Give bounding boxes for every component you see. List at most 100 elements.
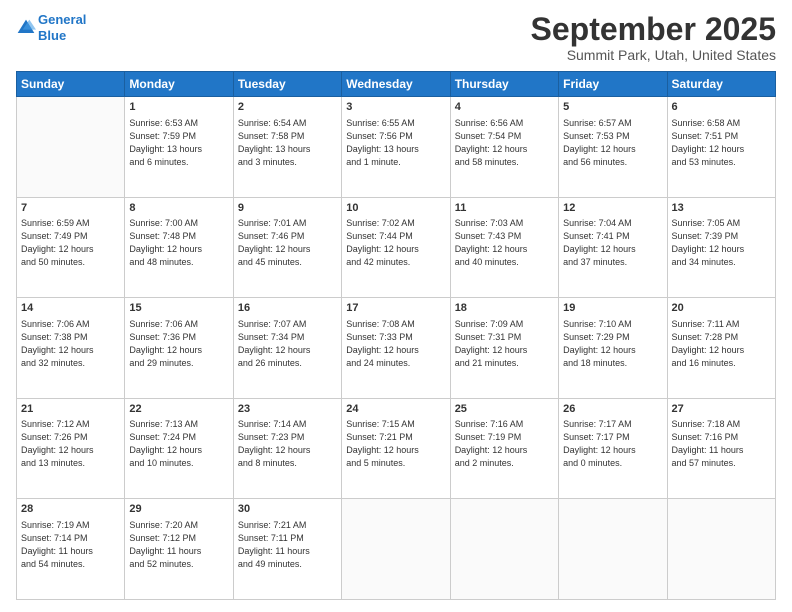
day-info: Sunrise: 7:10 AM Sunset: 7:29 PM Dayligh… <box>563 318 662 370</box>
day-info: Sunrise: 7:21 AM Sunset: 7:11 PM Dayligh… <box>238 519 337 571</box>
day-number: 5 <box>563 100 662 115</box>
title-block: September 2025 Summit Park, Utah, United… <box>531 12 776 63</box>
day-info: Sunrise: 7:14 AM Sunset: 7:23 PM Dayligh… <box>238 418 337 470</box>
calendar-cell: 21Sunrise: 7:12 AM Sunset: 7:26 PM Dayli… <box>17 398 125 499</box>
page: General Blue September 2025 Summit Park,… <box>0 0 792 612</box>
calendar-cell: 1Sunrise: 6:53 AM Sunset: 7:59 PM Daylig… <box>125 97 233 198</box>
calendar-cell: 28 Sunrise: 7:19 AM Sunset: 7:14 PM Dayli… <box>17 499 125 600</box>
day-number: 10 <box>346 201 445 216</box>
calendar-cell: 25Sunrise: 7:16 AM Sunset: 7:19 PM Dayli… <box>450 398 558 499</box>
day-number: 24 <box>346 402 445 417</box>
calendar-cell: 2Sunrise: 6:54 AM Sunset: 7:58 PM Daylig… <box>233 97 341 198</box>
day-info: Sunrise: 6:57 AM Sunset: 7:53 PM Dayligh… <box>563 117 662 169</box>
calendar-cell: 11Sunrise: 7:03 AM Sunset: 7:43 PM Dayli… <box>450 197 558 298</box>
calendar-cell: 8Sunrise: 7:00 AM Sunset: 7:48 PM Daylig… <box>125 197 233 298</box>
week-row-0: 1Sunrise: 6:53 AM Sunset: 7:59 PM Daylig… <box>17 97 776 198</box>
day-number: 14 <box>21 301 120 316</box>
day-number: 28 <box>21 502 120 517</box>
logo-line2: Blue <box>38 28 66 43</box>
calendar-cell: 7Sunrise: 6:59 AM Sunset: 7:49 PM Daylig… <box>17 197 125 298</box>
calendar-cell <box>667 499 775 600</box>
day-info: Sunrise: 7:05 AM Sunset: 7:39 PM Dayligh… <box>672 217 771 269</box>
day-info: Sunrise: 7:15 AM Sunset: 7:21 PM Dayligh… <box>346 418 445 470</box>
calendar-cell: 30 Sunrise: 7:21 AM Sunset: 7:11 PM Dayli… <box>233 499 341 600</box>
day-info: Sunrise: 7:09 AM Sunset: 7:31 PM Dayligh… <box>455 318 554 370</box>
calendar-table: SundayMondayTuesdayWednesdayThursdayFrid… <box>16 71 776 600</box>
day-info: Sunrise: 7:20 AM Sunset: 7:12 PM Dayligh… <box>129 519 228 571</box>
day-number: 30 <box>238 502 337 517</box>
calendar-cell: 23Sunrise: 7:14 AM Sunset: 7:23 PM Dayli… <box>233 398 341 499</box>
day-number: 19 <box>563 301 662 316</box>
week-row-4: 28 Sunrise: 7:19 AM Sunset: 7:14 PM Dayli… <box>17 499 776 600</box>
calendar-cell: 4 Sunrise: 6:56 AM Sunset: 7:54 PM Daylig… <box>450 97 558 198</box>
col-header-tuesday: Tuesday <box>233 72 341 97</box>
calendar-cell <box>450 499 558 600</box>
col-header-saturday: Saturday <box>667 72 775 97</box>
col-header-sunday: Sunday <box>17 72 125 97</box>
col-header-wednesday: Wednesday <box>342 72 450 97</box>
day-number: 27 <box>672 402 771 417</box>
calendar-cell: 10Sunrise: 7:02 AM Sunset: 7:44 PM Dayli… <box>342 197 450 298</box>
col-header-monday: Monday <box>125 72 233 97</box>
day-number: 9 <box>238 201 337 216</box>
day-number: 18 <box>455 301 554 316</box>
calendar-cell: 14 Sunrise: 7:06 AM Sunset: 7:38 PM Dayli… <box>17 298 125 399</box>
day-info: Sunrise: 6:53 AM Sunset: 7:59 PM Dayligh… <box>129 117 228 169</box>
day-info: Sunrise: 7:04 AM Sunset: 7:41 PM Dayligh… <box>563 217 662 269</box>
day-info: Sunrise: 7:17 AM Sunset: 7:17 PM Dayligh… <box>563 418 662 470</box>
calendar-cell: 6Sunrise: 6:58 AM Sunset: 7:51 PM Daylig… <box>667 97 775 198</box>
col-header-friday: Friday <box>559 72 667 97</box>
day-info: Sunrise: 6:54 AM Sunset: 7:58 PM Dayligh… <box>238 117 337 169</box>
day-info: Sunrise: 7:03 AM Sunset: 7:43 PM Dayligh… <box>455 217 554 269</box>
day-number: 3 <box>346 100 445 115</box>
subtitle: Summit Park, Utah, United States <box>531 47 776 63</box>
logo-line1: General <box>38 12 86 27</box>
day-number: 7 <box>21 201 120 216</box>
calendar-cell: 20Sunrise: 7:11 AM Sunset: 7:28 PM Dayli… <box>667 298 775 399</box>
calendar-cell: 22Sunrise: 7:13 AM Sunset: 7:24 PM Dayli… <box>125 398 233 499</box>
day-info: Sunrise: 7:13 AM Sunset: 7:24 PM Dayligh… <box>129 418 228 470</box>
calendar-cell <box>559 499 667 600</box>
week-row-3: 21Sunrise: 7:12 AM Sunset: 7:26 PM Dayli… <box>17 398 776 499</box>
calendar-cell: 17Sunrise: 7:08 AM Sunset: 7:33 PM Dayli… <box>342 298 450 399</box>
day-info: Sunrise: 7:07 AM Sunset: 7:34 PM Dayligh… <box>238 318 337 370</box>
day-info: Sunrise: 6:56 AM Sunset: 7:54 PM Dayligh… <box>455 117 554 169</box>
day-number: 22 <box>129 402 228 417</box>
day-info: Sunrise: 7:06 AM Sunset: 7:38 PM Dayligh… <box>21 318 120 370</box>
logo: General Blue <box>16 12 86 43</box>
day-number: 13 <box>672 201 771 216</box>
day-info: Sunrise: 6:55 AM Sunset: 7:56 PM Dayligh… <box>346 117 445 169</box>
day-number: 15 <box>129 301 228 316</box>
day-info: Sunrise: 6:59 AM Sunset: 7:49 PM Dayligh… <box>21 217 120 269</box>
day-number: 11 <box>455 201 554 216</box>
day-info: Sunrise: 7:11 AM Sunset: 7:28 PM Dayligh… <box>672 318 771 370</box>
day-number: 21 <box>21 402 120 417</box>
col-header-thursday: Thursday <box>450 72 558 97</box>
day-info: Sunrise: 7:08 AM Sunset: 7:33 PM Dayligh… <box>346 318 445 370</box>
calendar-header-row: SundayMondayTuesdayWednesdayThursdayFrid… <box>17 72 776 97</box>
day-info: Sunrise: 7:00 AM Sunset: 7:48 PM Dayligh… <box>129 217 228 269</box>
day-info: Sunrise: 7:06 AM Sunset: 7:36 PM Dayligh… <box>129 318 228 370</box>
calendar-cell: 18 Sunrise: 7:09 AM Sunset: 7:31 PM Dayli… <box>450 298 558 399</box>
day-number: 8 <box>129 201 228 216</box>
day-number: 6 <box>672 100 771 115</box>
week-row-1: 7Sunrise: 6:59 AM Sunset: 7:49 PM Daylig… <box>17 197 776 298</box>
day-info: Sunrise: 7:16 AM Sunset: 7:19 PM Dayligh… <box>455 418 554 470</box>
calendar-cell: 26Sunrise: 7:17 AM Sunset: 7:17 PM Dayli… <box>559 398 667 499</box>
day-info: Sunrise: 7:02 AM Sunset: 7:44 PM Dayligh… <box>346 217 445 269</box>
logo-text: General Blue <box>38 12 86 43</box>
calendar-cell: 29 Sunrise: 7:20 AM Sunset: 7:12 PM Dayli… <box>125 499 233 600</box>
main-title: September 2025 <box>531 12 776 47</box>
calendar-cell: 16Sunrise: 7:07 AM Sunset: 7:34 PM Dayli… <box>233 298 341 399</box>
day-number: 29 <box>129 502 228 517</box>
calendar-cell: 27Sunrise: 7:18 AM Sunset: 7:16 PM Dayli… <box>667 398 775 499</box>
calendar-cell: 5 Sunrise: 6:57 AM Sunset: 7:53 PM Daylig… <box>559 97 667 198</box>
logo-icon <box>16 18 36 38</box>
day-info: Sunrise: 7:19 AM Sunset: 7:14 PM Dayligh… <box>21 519 120 571</box>
day-info: Sunrise: 7:12 AM Sunset: 7:26 PM Dayligh… <box>21 418 120 470</box>
calendar-cell: 19 Sunrise: 7:10 AM Sunset: 7:29 PM Dayli… <box>559 298 667 399</box>
day-info: Sunrise: 7:18 AM Sunset: 7:16 PM Dayligh… <box>672 418 771 470</box>
day-number: 4 <box>455 100 554 115</box>
week-row-2: 14 Sunrise: 7:06 AM Sunset: 7:38 PM Dayli… <box>17 298 776 399</box>
day-number: 12 <box>563 201 662 216</box>
